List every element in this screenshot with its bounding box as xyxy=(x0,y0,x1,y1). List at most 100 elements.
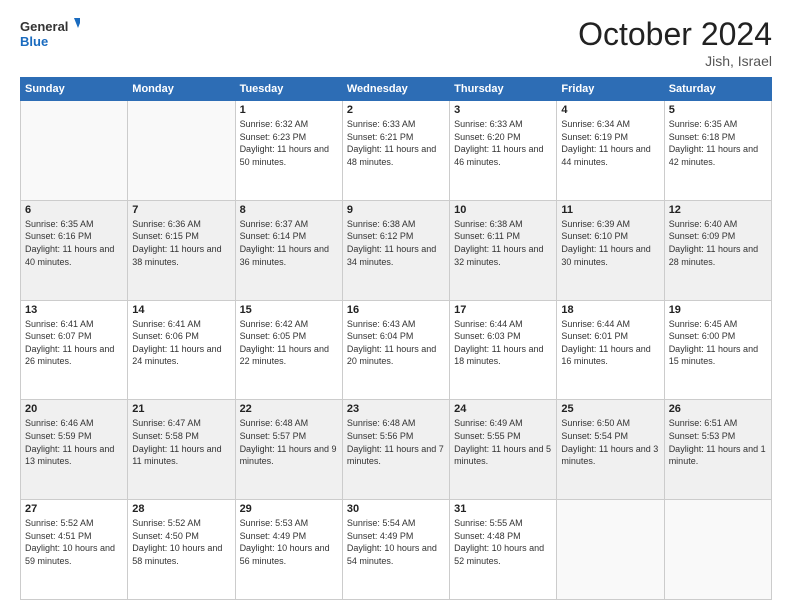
cell-3-7: 19 Sunrise: 6:45 AMSunset: 6:00 PMDaylig… xyxy=(664,300,771,400)
cell-5-4: 30 Sunrise: 5:54 AMSunset: 4:49 PMDaylig… xyxy=(342,500,449,600)
day-info: Sunrise: 5:52 AMSunset: 4:50 PMDaylight:… xyxy=(132,517,230,567)
cell-5-6 xyxy=(557,500,664,600)
day-info: Sunrise: 6:48 AMSunset: 5:57 PMDaylight:… xyxy=(240,417,338,467)
cell-1-7: 5 Sunrise: 6:35 AMSunset: 6:18 PMDayligh… xyxy=(664,101,771,201)
day-info: Sunrise: 6:37 AMSunset: 6:14 PMDaylight:… xyxy=(240,218,338,268)
day-number: 11 xyxy=(561,204,659,216)
cell-2-4: 9 Sunrise: 6:38 AMSunset: 6:12 PMDayligh… xyxy=(342,200,449,300)
day-info: Sunrise: 6:38 AMSunset: 6:11 PMDaylight:… xyxy=(454,218,552,268)
header-saturday: Saturday xyxy=(664,78,771,101)
cell-2-2: 7 Sunrise: 6:36 AMSunset: 6:15 PMDayligh… xyxy=(128,200,235,300)
header-thursday: Thursday xyxy=(450,78,557,101)
week-row-5: 27 Sunrise: 5:52 AMSunset: 4:51 PMDaylig… xyxy=(21,500,772,600)
calendar-header-row: SundayMondayTuesdayWednesdayThursdayFrid… xyxy=(21,78,772,101)
header-monday: Monday xyxy=(128,78,235,101)
cell-5-3: 29 Sunrise: 5:53 AMSunset: 4:49 PMDaylig… xyxy=(235,500,342,600)
day-info: Sunrise: 6:34 AMSunset: 6:19 PMDaylight:… xyxy=(561,118,659,168)
day-number: 16 xyxy=(347,304,445,316)
day-info: Sunrise: 6:38 AMSunset: 6:12 PMDaylight:… xyxy=(347,218,445,268)
header-wednesday: Wednesday xyxy=(342,78,449,101)
day-info: Sunrise: 6:36 AMSunset: 6:15 PMDaylight:… xyxy=(132,218,230,268)
logo: General Blue xyxy=(20,16,80,52)
cell-2-1: 6 Sunrise: 6:35 AMSunset: 6:16 PMDayligh… xyxy=(21,200,128,300)
day-number: 12 xyxy=(669,204,767,216)
cell-2-6: 11 Sunrise: 6:39 AMSunset: 6:10 PMDaylig… xyxy=(557,200,664,300)
cell-3-6: 18 Sunrise: 6:44 AMSunset: 6:01 PMDaylig… xyxy=(557,300,664,400)
cell-3-3: 15 Sunrise: 6:42 AMSunset: 6:05 PMDaylig… xyxy=(235,300,342,400)
cell-5-1: 27 Sunrise: 5:52 AMSunset: 4:51 PMDaylig… xyxy=(21,500,128,600)
day-number: 9 xyxy=(347,204,445,216)
day-info: Sunrise: 6:33 AMSunset: 6:21 PMDaylight:… xyxy=(347,118,445,168)
day-info: Sunrise: 5:53 AMSunset: 4:49 PMDaylight:… xyxy=(240,517,338,567)
day-number: 2 xyxy=(347,104,445,116)
cell-4-3: 22 Sunrise: 6:48 AMSunset: 5:57 PMDaylig… xyxy=(235,400,342,500)
day-info: Sunrise: 6:44 AMSunset: 6:01 PMDaylight:… xyxy=(561,318,659,368)
cell-2-5: 10 Sunrise: 6:38 AMSunset: 6:11 PMDaylig… xyxy=(450,200,557,300)
cell-4-6: 25 Sunrise: 6:50 AMSunset: 5:54 PMDaylig… xyxy=(557,400,664,500)
day-info: Sunrise: 6:39 AMSunset: 6:10 PMDaylight:… xyxy=(561,218,659,268)
cell-4-1: 20 Sunrise: 6:46 AMSunset: 5:59 PMDaylig… xyxy=(21,400,128,500)
cell-2-3: 8 Sunrise: 6:37 AMSunset: 6:14 PMDayligh… xyxy=(235,200,342,300)
day-info: Sunrise: 6:32 AMSunset: 6:23 PMDaylight:… xyxy=(240,118,338,168)
cell-4-5: 24 Sunrise: 6:49 AMSunset: 5:55 PMDaylig… xyxy=(450,400,557,500)
day-number: 30 xyxy=(347,503,445,515)
day-number: 26 xyxy=(669,403,767,415)
header-friday: Friday xyxy=(557,78,664,101)
day-info: Sunrise: 6:43 AMSunset: 6:04 PMDaylight:… xyxy=(347,318,445,368)
cell-1-5: 3 Sunrise: 6:33 AMSunset: 6:20 PMDayligh… xyxy=(450,101,557,201)
page: General Blue October 2024 Jish, Israel S… xyxy=(0,0,792,612)
header-tuesday: Tuesday xyxy=(235,78,342,101)
day-number: 8 xyxy=(240,204,338,216)
day-info: Sunrise: 6:40 AMSunset: 6:09 PMDaylight:… xyxy=(669,218,767,268)
calendar-table: SundayMondayTuesdayWednesdayThursdayFrid… xyxy=(20,77,772,600)
day-info: Sunrise: 6:46 AMSunset: 5:59 PMDaylight:… xyxy=(25,417,123,467)
svg-text:Blue: Blue xyxy=(20,34,48,49)
day-info: Sunrise: 6:45 AMSunset: 6:00 PMDaylight:… xyxy=(669,318,767,368)
day-info: Sunrise: 6:50 AMSunset: 5:54 PMDaylight:… xyxy=(561,417,659,467)
day-number: 28 xyxy=(132,503,230,515)
day-info: Sunrise: 6:49 AMSunset: 5:55 PMDaylight:… xyxy=(454,417,552,467)
day-number: 21 xyxy=(132,403,230,415)
day-number: 14 xyxy=(132,304,230,316)
day-number: 18 xyxy=(561,304,659,316)
day-info: Sunrise: 6:42 AMSunset: 6:05 PMDaylight:… xyxy=(240,318,338,368)
day-info: Sunrise: 5:55 AMSunset: 4:48 PMDaylight:… xyxy=(454,517,552,567)
day-info: Sunrise: 6:35 AMSunset: 6:16 PMDaylight:… xyxy=(25,218,123,268)
day-number: 24 xyxy=(454,403,552,415)
svg-text:General: General xyxy=(20,19,68,34)
day-number: 17 xyxy=(454,304,552,316)
cell-1-3: 1 Sunrise: 6:32 AMSunset: 6:23 PMDayligh… xyxy=(235,101,342,201)
week-row-2: 6 Sunrise: 6:35 AMSunset: 6:16 PMDayligh… xyxy=(21,200,772,300)
day-number: 25 xyxy=(561,403,659,415)
cell-5-2: 28 Sunrise: 5:52 AMSunset: 4:50 PMDaylig… xyxy=(128,500,235,600)
day-number: 4 xyxy=(561,104,659,116)
day-number: 27 xyxy=(25,503,123,515)
day-number: 31 xyxy=(454,503,552,515)
day-number: 10 xyxy=(454,204,552,216)
week-row-1: 1 Sunrise: 6:32 AMSunset: 6:23 PMDayligh… xyxy=(21,101,772,201)
day-info: Sunrise: 6:35 AMSunset: 6:18 PMDaylight:… xyxy=(669,118,767,168)
day-info: Sunrise: 6:48 AMSunset: 5:56 PMDaylight:… xyxy=(347,417,445,467)
title-block: October 2024 Jish, Israel xyxy=(578,16,772,69)
day-info: Sunrise: 5:52 AMSunset: 4:51 PMDaylight:… xyxy=(25,517,123,567)
day-number: 22 xyxy=(240,403,338,415)
header: General Blue October 2024 Jish, Israel xyxy=(20,16,772,69)
cell-1-6: 4 Sunrise: 6:34 AMSunset: 6:19 PMDayligh… xyxy=(557,101,664,201)
week-row-4: 20 Sunrise: 6:46 AMSunset: 5:59 PMDaylig… xyxy=(21,400,772,500)
day-number: 15 xyxy=(240,304,338,316)
header-sunday: Sunday xyxy=(21,78,128,101)
day-number: 3 xyxy=(454,104,552,116)
day-number: 23 xyxy=(347,403,445,415)
day-info: Sunrise: 6:51 AMSunset: 5:53 PMDaylight:… xyxy=(669,417,767,467)
week-row-3: 13 Sunrise: 6:41 AMSunset: 6:07 PMDaylig… xyxy=(21,300,772,400)
logo-svg: General Blue xyxy=(20,16,80,52)
cell-4-4: 23 Sunrise: 6:48 AMSunset: 5:56 PMDaylig… xyxy=(342,400,449,500)
cell-2-7: 12 Sunrise: 6:40 AMSunset: 6:09 PMDaylig… xyxy=(664,200,771,300)
cell-1-1 xyxy=(21,101,128,201)
day-number: 19 xyxy=(669,304,767,316)
cell-5-5: 31 Sunrise: 5:55 AMSunset: 4:48 PMDaylig… xyxy=(450,500,557,600)
day-info: Sunrise: 6:47 AMSunset: 5:58 PMDaylight:… xyxy=(132,417,230,467)
cell-4-2: 21 Sunrise: 6:47 AMSunset: 5:58 PMDaylig… xyxy=(128,400,235,500)
day-info: Sunrise: 6:41 AMSunset: 6:07 PMDaylight:… xyxy=(25,318,123,368)
day-number: 29 xyxy=(240,503,338,515)
